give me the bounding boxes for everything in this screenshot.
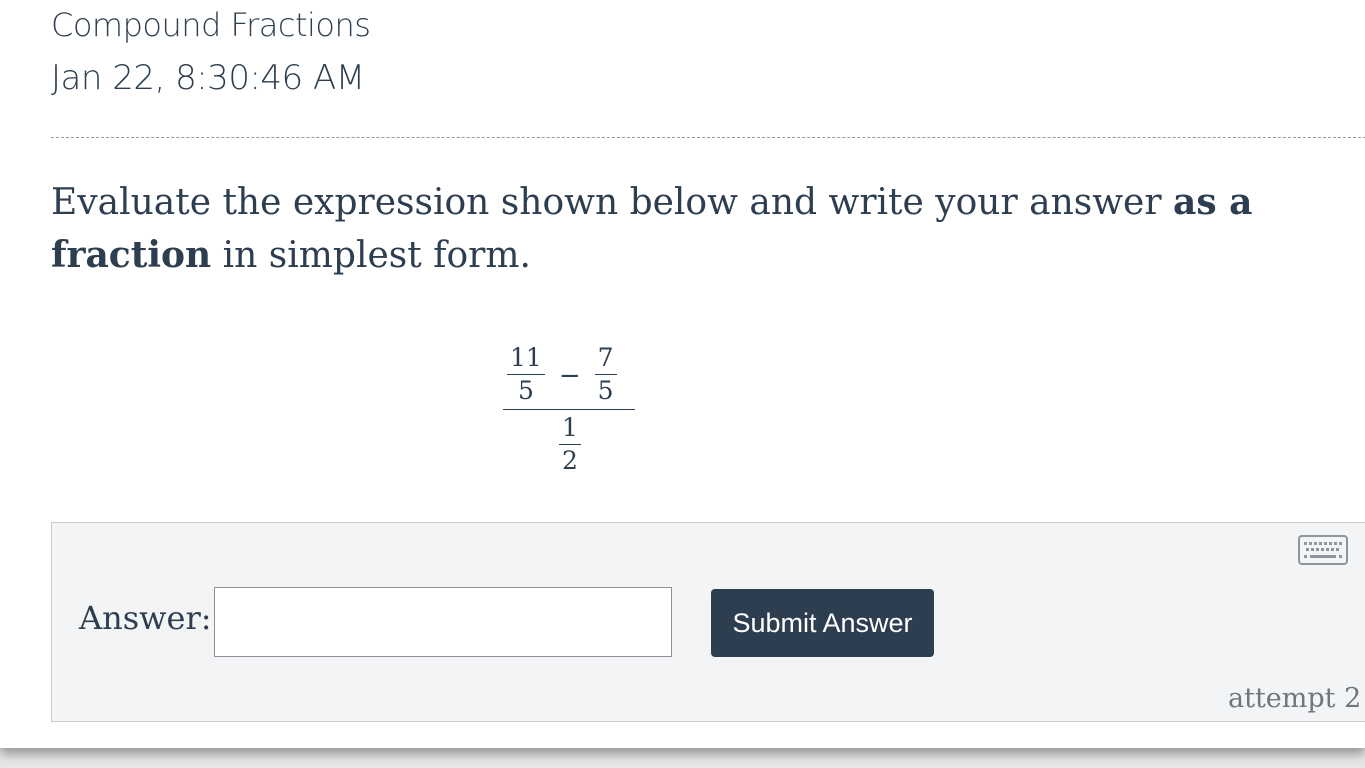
main-numerator: 11 5 − 7 5 <box>503 344 635 409</box>
answer-label: Answer: <box>79 599 212 637</box>
fraction-denominator: 5 <box>597 376 614 405</box>
answer-panel: Answer: Submit Answer attempt 2 c <box>51 522 1365 722</box>
timestamp: Jan 22, 8:30:46 AM <box>51 58 365 98</box>
fraction-eleven-fifths: 11 5 <box>507 344 545 405</box>
fraction-numerator: 11 <box>507 344 545 375</box>
page-title: Compound Fractions <box>51 6 371 44</box>
prompt-text-end: in simplest form. <box>211 235 531 276</box>
page: Compound Fractions Jan 22, 8:30:46 AM Ev… <box>0 0 1365 748</box>
question-prompt: Evaluate the expression shown below and … <box>51 176 1351 282</box>
submit-answer-button[interactable]: Submit Answer <box>711 589 934 657</box>
fraction-one-half: 1 2 <box>559 414 581 475</box>
fraction-numerator: 7 <box>594 344 617 375</box>
answer-input[interactable] <box>214 587 672 657</box>
minus-operator: − <box>558 360 581 391</box>
compound-fraction-expression: 11 5 − 7 5 1 2 <box>503 344 635 475</box>
divider <box>51 137 1365 138</box>
prompt-text-start: Evaluate the expression shown below and … <box>51 182 1173 223</box>
fraction-denominator: 2 <box>562 446 578 475</box>
fraction-seven-fifths: 7 5 <box>594 344 617 405</box>
fraction-numerator: 1 <box>559 414 581 445</box>
attempt-counter: attempt 2 c <box>1228 683 1365 714</box>
main-denominator: 1 2 <box>505 410 635 475</box>
keyboard-icon[interactable] <box>1298 535 1348 565</box>
fraction-denominator: 5 <box>517 376 534 405</box>
